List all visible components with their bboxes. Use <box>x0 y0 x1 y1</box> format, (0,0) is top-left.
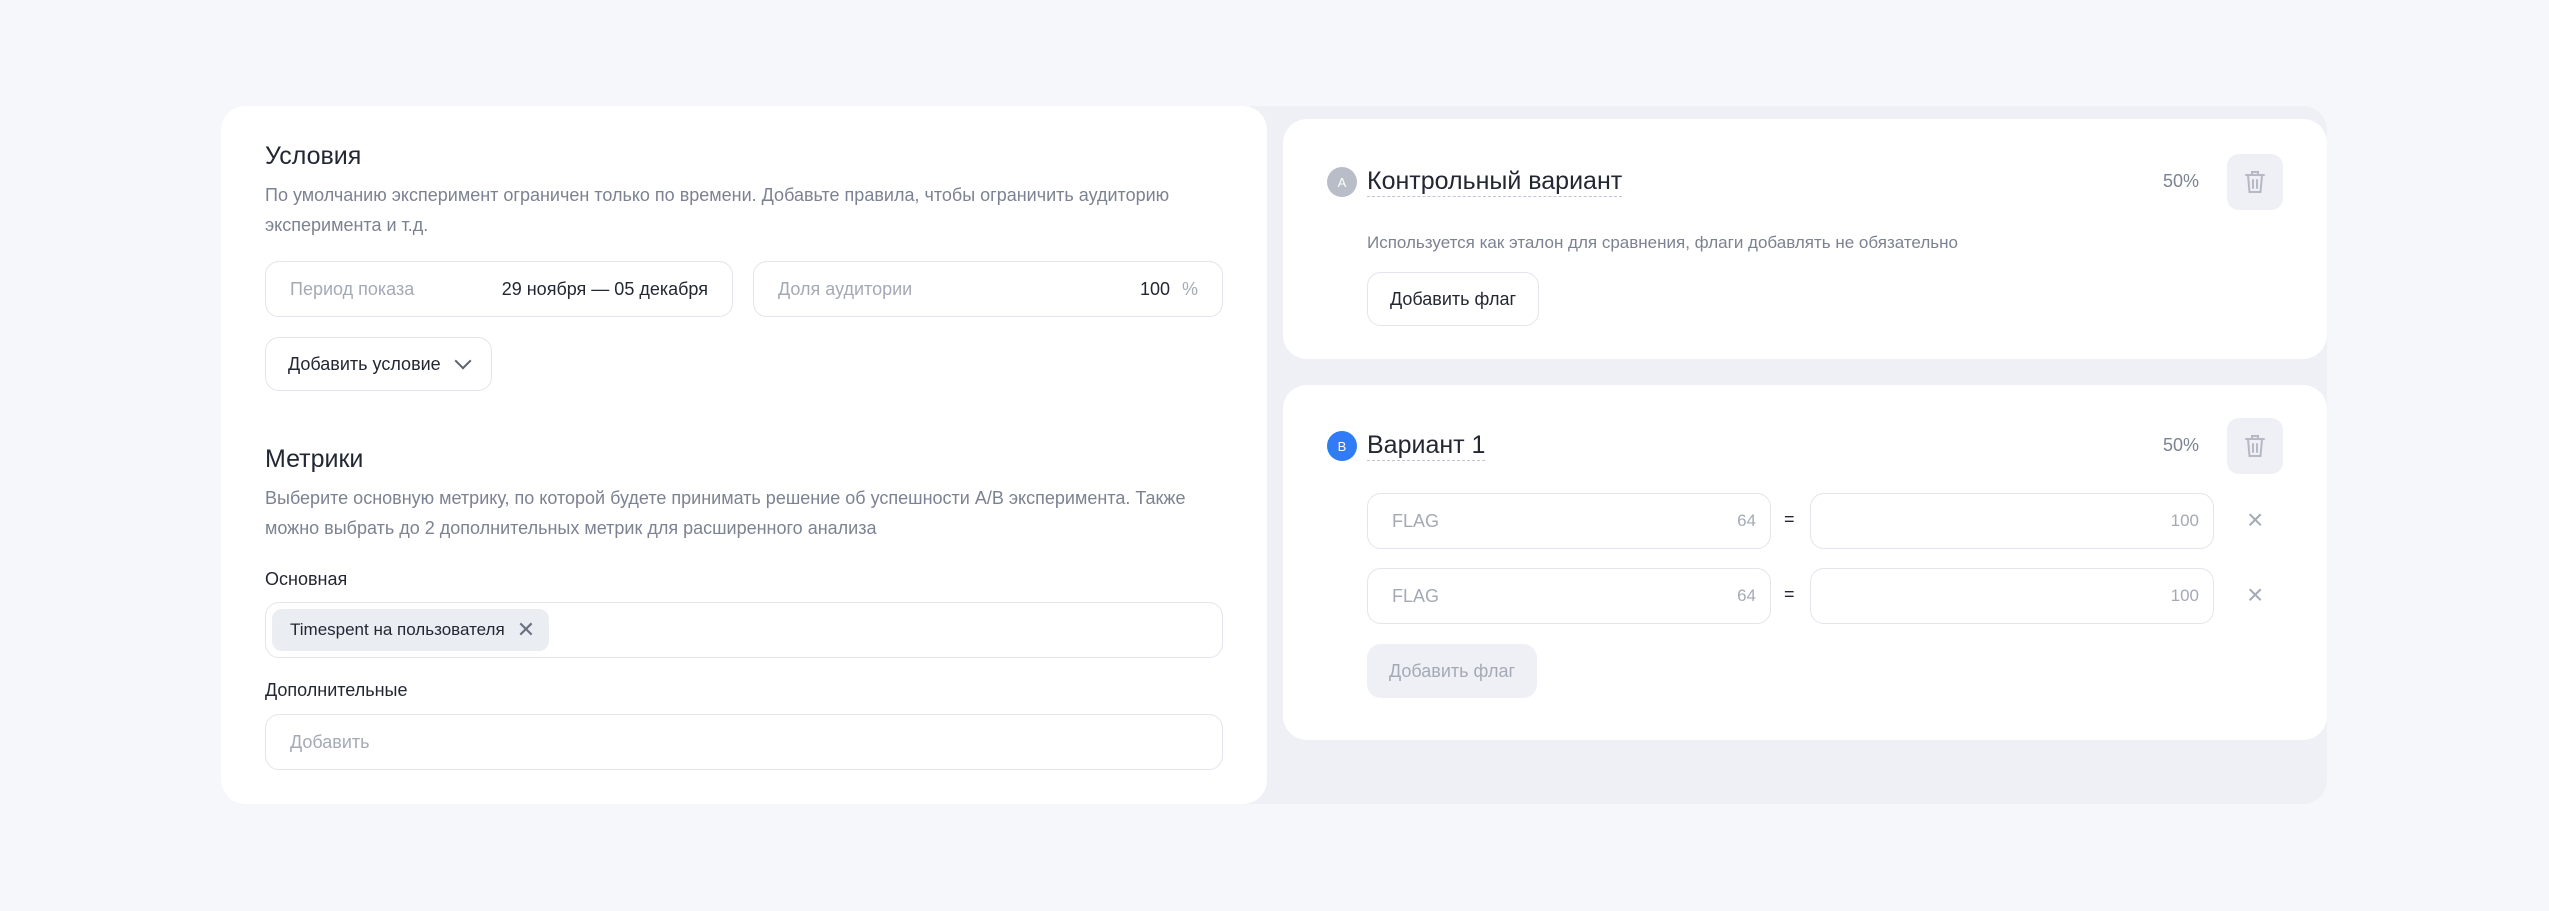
equals-sign: = <box>1784 509 1795 529</box>
conditions-title: Условия <box>265 142 362 170</box>
additional-metrics-placeholder: Добавить <box>290 731 370 752</box>
variant-badge-a: A <box>1327 167 1357 197</box>
additional-metrics-label: Дополнительные <box>265 680 408 700</box>
add-flag-button-b[interactable]: Добавить флаг <box>1367 644 1538 698</box>
delete-variant-button-b[interactable] <box>2227 418 2283 474</box>
metric-chip-label: Timespent на пользователя <box>290 620 505 639</box>
chevron-down-icon <box>454 352 472 370</box>
audience-field[interactable]: Доля аудитории 100 % <box>753 261 1223 317</box>
metrics-description: Выберите основную метрику, по которой бу… <box>265 488 1186 538</box>
trash-icon <box>2245 435 2265 457</box>
remove-flag-icon[interactable]: × <box>2247 581 2263 609</box>
variant-description-a: Используется как эталон для сравнения, ф… <box>1367 233 1958 252</box>
variant-badge-b: B <box>1327 431 1357 461</box>
variant-card-a: A Контрольный вариант 50% Используется к… <box>1283 119 2327 359</box>
conditions-description: По умолчанию эксперимент ограничен тольк… <box>265 185 1170 235</box>
flag-value-limit: 100 <box>2170 586 2199 605</box>
experiment-card: Условия По умолчанию эксперимент огранич… <box>221 106 2327 804</box>
audience-value: 100 <box>1139 278 1170 299</box>
variant-percent-a: 50% <box>2162 171 2199 191</box>
variant-title-a[interactable]: Контрольный вариант <box>1367 166 1623 197</box>
flag-name-limit: 64 <box>1737 511 1756 530</box>
add-condition-button[interactable]: Добавить условие <box>265 337 492 391</box>
additional-metrics-input[interactable]: Добавить <box>265 714 1223 770</box>
audience-unit: % <box>1181 278 1198 299</box>
flag-name-placeholder: FLAG <box>1392 510 1440 531</box>
variant-card-b: B Вариант 1 50% FLAG 64 = 100 × FLAG 64 … <box>1283 385 2327 740</box>
flag-name-input[interactable]: FLAG 64 <box>1367 493 1771 549</box>
add-flag-label-b: Добавить флаг <box>1389 660 1516 681</box>
primary-metric-label: Основная <box>265 569 348 589</box>
metric-chip: Timespent на пользователя ✕ <box>272 609 550 651</box>
remove-flag-icon[interactable]: × <box>2247 506 2263 534</box>
add-condition-label: Добавить условие <box>288 353 441 374</box>
audience-label: Доля аудитории <box>778 278 913 299</box>
remove-chip-icon[interactable]: ✕ <box>517 619 535 641</box>
period-value: 29 ноября — 05 декабря <box>501 278 708 299</box>
primary-metric-field[interactable]: Timespent на пользователя ✕ <box>265 602 1223 658</box>
variant-title-b[interactable]: Вариант 1 <box>1367 430 1486 461</box>
flag-name-placeholder: FLAG <box>1392 585 1440 606</box>
flag-name-limit: 64 <box>1737 586 1756 605</box>
delete-variant-button-a[interactable] <box>2227 154 2283 210</box>
flag-value-input[interactable]: 100 <box>1810 568 2214 624</box>
equals-sign: = <box>1784 584 1795 604</box>
flag-value-input[interactable]: 100 <box>1810 493 2214 549</box>
flag-name-input[interactable]: FLAG 64 <box>1367 568 1771 624</box>
period-label: Период показа <box>290 278 415 299</box>
period-field[interactable]: Период показа 29 ноября — 05 декабря <box>265 261 733 317</box>
trash-icon <box>2245 171 2265 193</box>
metrics-title: Метрики <box>265 445 364 473</box>
variant-percent-b: 50% <box>2162 435 2199 455</box>
settings-panel: Условия По умолчанию эксперимент огранич… <box>221 106 1267 804</box>
add-flag-button-a[interactable]: Добавить флаг <box>1367 272 1540 326</box>
flag-value-limit: 100 <box>2170 511 2199 530</box>
add-flag-label-a: Добавить флаг <box>1390 288 1517 309</box>
